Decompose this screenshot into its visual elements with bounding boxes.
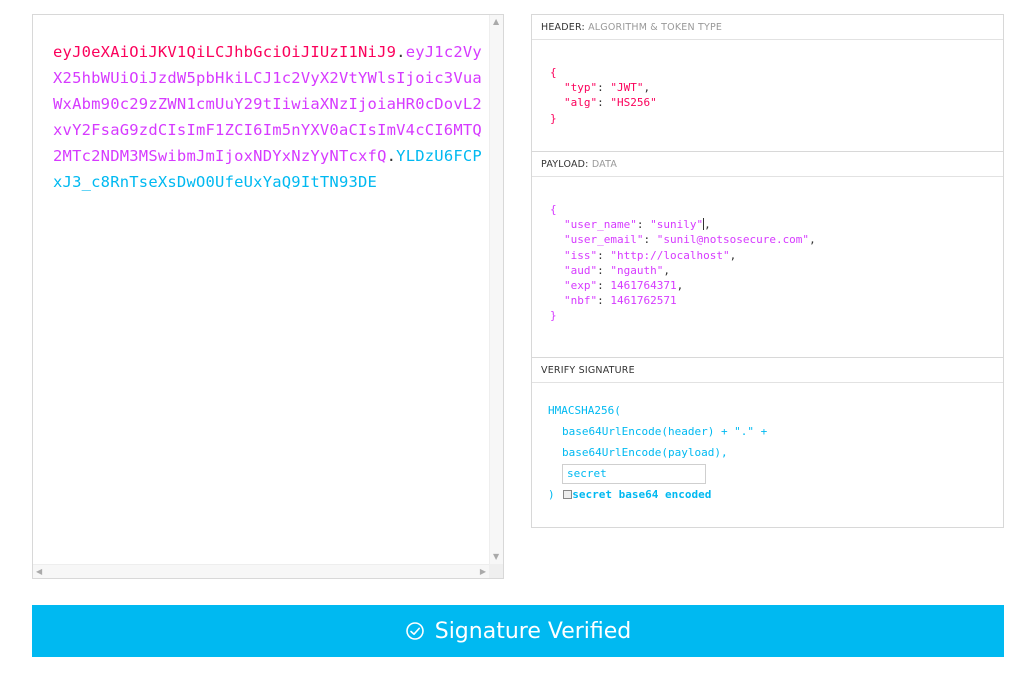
- payload-field-value: "sunil@notsosecure.com": [656, 233, 810, 247]
- base64-checkbox-label[interactable]: secret base64 encoded: [572, 488, 711, 501]
- header-field-trail: ,: [643, 81, 651, 95]
- header-field-key: "alg": [564, 96, 598, 110]
- scrollbar-corner: [489, 564, 503, 578]
- payload-close-brace: }: [550, 309, 557, 323]
- token-dot: .: [396, 43, 406, 61]
- horizontal-scrollbar[interactable]: ◀ ▶: [33, 564, 489, 578]
- vertical-scrollbar[interactable]: ▲ ▼: [489, 15, 503, 564]
- hmac-close-paren: ): [548, 488, 555, 501]
- payload-field-value: 1461762571: [610, 294, 677, 308]
- payload-field-row: "aud": "ngauth",: [564, 263, 1003, 278]
- verify-signature-body: HMACSHA256( base64UrlEncode(header) + ".…: [532, 383, 1003, 505]
- scroll-right-icon[interactable]: ▶: [480, 568, 486, 576]
- payload-section-title: PAYLOAD: DATA: [532, 152, 1003, 177]
- header-field-row: "typ": "JWT",: [564, 80, 1003, 95]
- payload-field-trail: ,: [729, 248, 737, 262]
- header-open-brace: {: [550, 66, 557, 79]
- encoded-token-text[interactable]: eyJ0eXAiOiJKV1QiLCJhbGciOiJIUzI1NiJ9.eyJ…: [53, 39, 483, 195]
- token-dot: .: [386, 147, 397, 165]
- header-field-sep: :: [597, 81, 611, 95]
- scroll-left-icon[interactable]: ◀: [36, 568, 42, 576]
- payload-field-trail: ,: [676, 279, 684, 293]
- payload-field-value: "ngauth": [610, 263, 664, 277]
- payload-field-sep: :: [597, 263, 611, 277]
- header-title-label: HEADER:: [541, 22, 585, 33]
- encode-payload-line: base64UrlEncode(payload),: [562, 446, 728, 459]
- payload-json-editor[interactable]: { "user_name": "sunily", "user_email": "s…: [532, 177, 1003, 324]
- payload-field-row: "iss": "http://localhost",: [564, 248, 1003, 263]
- encoded-token-editor[interactable]: eyJ0eXAiOiJKV1QiLCJhbGciOiJIUzI1NiJ9.eyJ…: [32, 14, 504, 579]
- payload-open-brace: {: [550, 203, 557, 216]
- header-close-brace: }: [550, 111, 557, 125]
- verify-section-title: VERIFY SIGNATURE: [532, 358, 1003, 383]
- payload-field-key: "nbf": [564, 294, 598, 308]
- payload-field-key: "exp": [564, 279, 598, 293]
- payload-field-row: "user_email": "sunil@notsosecure.com",: [564, 232, 1003, 247]
- header-section-title: HEADER: ALGORITHM & TOKEN TYPE: [532, 15, 1003, 40]
- verify-section: VERIFY SIGNATURE HMACSHA256( base64UrlEn…: [532, 358, 1003, 527]
- payload-field-key: "user_name": [564, 218, 637, 232]
- payload-field-key: "user_email": [564, 233, 644, 247]
- scroll-up-icon[interactable]: ▲: [493, 18, 499, 26]
- payload-field-row: "nbf": 1461762571: [564, 293, 1003, 308]
- header-field-sep: :: [597, 96, 611, 110]
- payload-field-value: "sunily": [650, 218, 704, 232]
- payload-field-sep: :: [597, 294, 611, 308]
- signature-verified-banner: Signature Verified: [32, 605, 1004, 657]
- payload-field-sep: :: [597, 279, 611, 293]
- payload-field-value: "http://localhost": [610, 248, 730, 262]
- header-field-row: "alg": "HS256": [564, 95, 1003, 110]
- payload-field-sep: :: [636, 218, 651, 232]
- decoded-panel: HEADER: ALGORITHM & TOKEN TYPE { "typ": …: [531, 14, 1004, 528]
- payload-field-trail: ,: [663, 263, 670, 277]
- payload-section: PAYLOAD: DATA { "user_name": "sunily", "u…: [532, 152, 1003, 358]
- payload-field-sep: :: [597, 248, 611, 262]
- header-field-key: "typ": [564, 81, 598, 95]
- payload-field-row: "user_name": "sunily",: [564, 217, 1003, 232]
- payload-title-label: PAYLOAD:: [541, 159, 589, 170]
- payload-subtitle-label: DATA: [591, 159, 618, 170]
- payload-field-value: 1461764371: [610, 279, 677, 293]
- base64-checkbox[interactable]: [563, 490, 573, 499]
- header-json-editor[interactable]: { "typ": "JWT", "alg": "HS256" }: [532, 40, 1003, 126]
- payload-field-row: "exp": 1461764371,: [564, 278, 1003, 293]
- token-header-part: eyJ0eXAiOiJKV1QiLCJhbGciOiJIUzI1NiJ9: [53, 43, 397, 61]
- payload-field-key: "iss": [564, 248, 598, 262]
- payload-field-sep: :: [643, 233, 657, 247]
- header-field-value: "HS256": [610, 96, 657, 110]
- header-section: HEADER: ALGORITHM & TOKEN TYPE { "typ": …: [532, 15, 1003, 152]
- payload-field-key: "aud": [564, 263, 598, 277]
- hmac-function-label: HMACSHA256(: [548, 404, 621, 417]
- encode-header-line: base64UrlEncode(header) + "." +: [562, 425, 768, 438]
- payload-field-trail: ,: [809, 233, 816, 247]
- secret-input[interactable]: secret: [562, 464, 706, 484]
- payload-field-trail: ,: [704, 218, 711, 232]
- check-circle-icon: [405, 622, 424, 640]
- signature-verified-label: Signature Verified: [434, 618, 632, 644]
- header-subtitle-label: ALGORITHM & TOKEN TYPE: [588, 22, 723, 33]
- header-field-value: "JWT": [610, 81, 644, 95]
- scroll-down-icon[interactable]: ▼: [493, 553, 499, 561]
